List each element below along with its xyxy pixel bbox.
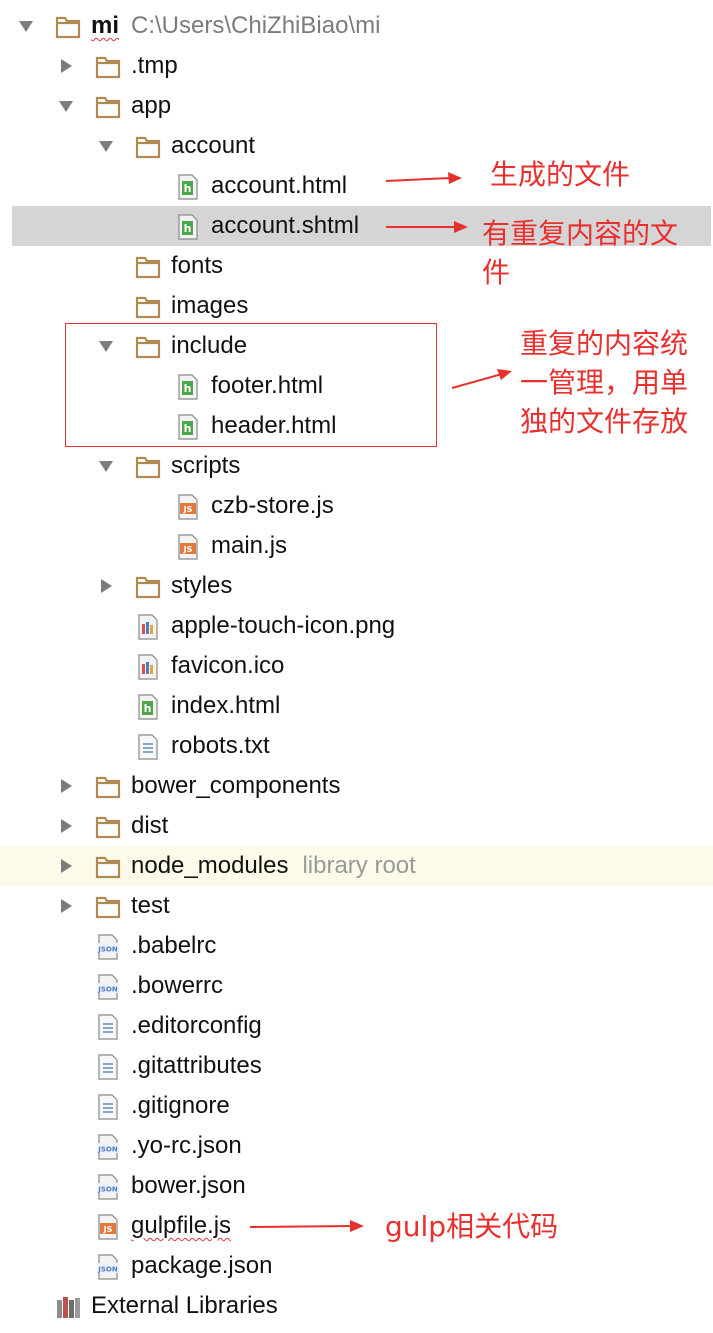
annotation-include-line1: 重复的内容统 (520, 327, 689, 360)
annotation-duplicate-line1: 有重复内容的文 (482, 217, 679, 250)
annotation-generated: 生成的文件 (490, 158, 631, 191)
arrow-generated-head (448, 172, 462, 184)
arrow-gulp-line (249, 1225, 353, 1228)
annotation-arrows (249, 172, 512, 1232)
arrow-include-head (497, 369, 512, 380)
arrow-gulp-head (350, 1220, 364, 1232)
arrow-generated-line (385, 177, 451, 182)
annotation-include-line2: 一管理，用单 (520, 366, 689, 399)
arrow-include-line (451, 373, 503, 389)
arrow-duplicate-head (454, 221, 468, 233)
annotation-include-line3: 独的文件存放 (520, 405, 689, 438)
annotation-gulp: gulp相关代码 (385, 1210, 559, 1243)
annotation-duplicate-line2: 件 (482, 256, 511, 289)
